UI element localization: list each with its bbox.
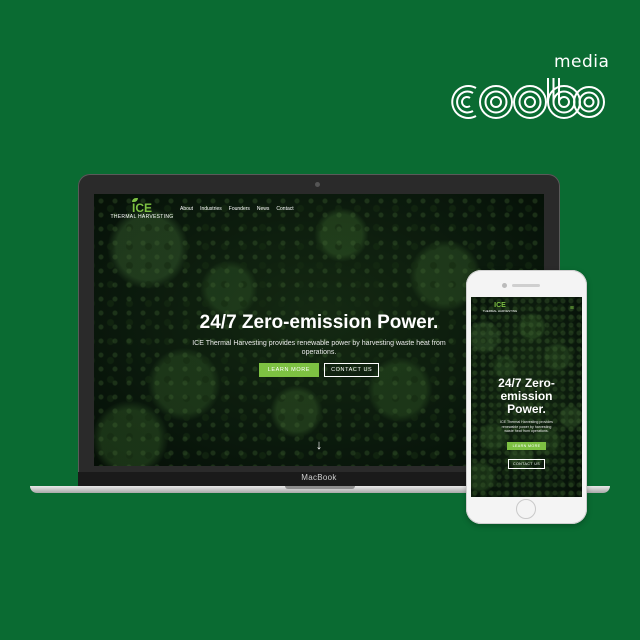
- phone-learn-more-button[interactable]: LEARN MORE: [506, 441, 547, 450]
- nav-about[interactable]: About: [180, 206, 193, 212]
- contact-us-button[interactable]: CONTACT US: [324, 363, 380, 377]
- site-nav: About Industries Founders News Contact: [180, 206, 294, 212]
- brand-suffix: media: [554, 52, 610, 72]
- phone-speaker: [512, 284, 540, 287]
- phone-logo-subtitle: THERMAL HARVESTING: [482, 309, 518, 313]
- coobo-wordmark-graphic: [451, 78, 605, 119]
- nav-news[interactable]: News: [257, 206, 270, 212]
- phone-site-logo[interactable]: ICE THERMAL HARVESTING: [479, 302, 521, 313]
- laptop-camera: [315, 182, 320, 187]
- learn-more-button[interactable]: LEARN MORE: [258, 363, 320, 377]
- phone-camera: [502, 283, 507, 288]
- phone-mockup: ICE THERMAL HARVESTING ≡ 24/7 Zero-emiss…: [466, 270, 587, 524]
- laptop-notch: [285, 486, 355, 489]
- nav-contact[interactable]: Contact: [276, 206, 293, 212]
- site-logo-text: ICE: [131, 201, 152, 215]
- site-logo[interactable]: ICE THERMAL HARVESTING: [110, 198, 174, 220]
- phone-screen: ICE THERMAL HARVESTING ≡ 24/7 Zero-emiss…: [471, 297, 582, 497]
- phone-hero-description: ICE Thermal Harvesting provides renewabl…: [500, 420, 553, 434]
- hamburger-menu-icon[interactable]: ≡: [570, 305, 574, 312]
- nav-founders[interactable]: Founders: [229, 206, 250, 212]
- phone-hero-title: 24/7 Zero-emission Power.: [498, 376, 555, 416]
- hero-description: ICE Thermal Harvesting provides renewabl…: [192, 340, 446, 356]
- site-logo-subtitle: THERMAL HARVESTING: [110, 214, 174, 220]
- coobo-media-logo: media: [448, 52, 610, 130]
- phone-home-button[interactable]: [516, 499, 536, 519]
- nav-industries[interactable]: Industries: [200, 206, 222, 212]
- phone-contact-us-button[interactable]: CONTACT US: [507, 458, 546, 469]
- phone-logo-text: ICE: [494, 302, 506, 309]
- phone-hero-section: 24/7 Zero-emission Power. ICE Thermal Ha…: [471, 377, 582, 470]
